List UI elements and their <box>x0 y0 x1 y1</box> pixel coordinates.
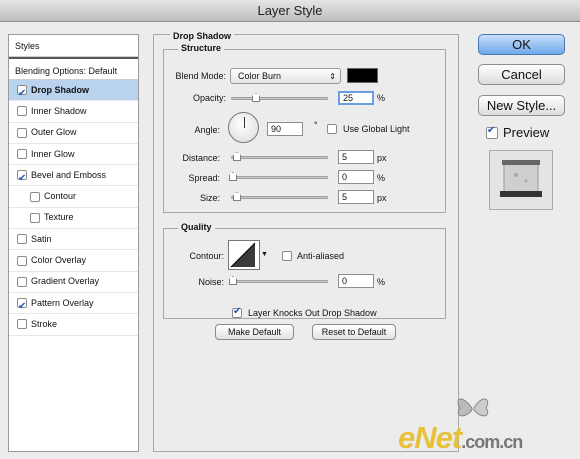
checkbox-gradient-overlay[interactable] <box>17 276 27 287</box>
style-item-inner-shadow[interactable]: Inner Shadow <box>9 101 138 123</box>
size-input[interactable]: 5 <box>338 190 374 204</box>
style-label: Texture <box>44 212 74 223</box>
angle-input[interactable]: 90 <box>267 122 303 136</box>
contour-curve-icon <box>230 242 256 268</box>
styles-header[interactable]: Styles <box>9 35 138 57</box>
checkbox-satin[interactable] <box>17 234 27 245</box>
preview-label: Preview <box>503 125 550 140</box>
style-item-pattern-overlay[interactable]: Pattern Overlay <box>9 293 138 317</box>
checkbox-inner-glow[interactable] <box>17 149 27 160</box>
checkbox-drop-shadow[interactable] <box>17 83 27 104</box>
checkbox-bevel-emboss[interactable] <box>17 168 27 189</box>
watermark-suffix: .com.cn <box>461 432 523 452</box>
size-unit: px <box>377 193 387 203</box>
angle-dial-hand <box>244 117 245 128</box>
layer-knocks-out-checkbox[interactable] <box>232 306 242 318</box>
opacity-slider[interactable] <box>231 93 328 102</box>
style-item-drop-shadow[interactable]: Drop Shadow <box>9 80 138 104</box>
style-label: Color Overlay <box>31 255 87 266</box>
anti-aliased-checkbox[interactable] <box>282 251 292 261</box>
style-item-texture[interactable]: Texture <box>9 208 138 230</box>
angle-unit: ° <box>314 120 318 130</box>
watermark-brand: eNet <box>398 420 462 455</box>
blend-mode-label: Blend Mode: <box>175 71 226 81</box>
checkbox-outer-glow[interactable] <box>17 127 27 138</box>
layer-knocks-out-label: Layer Knocks Out Drop Shadow <box>248 308 377 318</box>
checkbox-texture[interactable] <box>30 212 40 223</box>
style-item-contour[interactable]: Contour <box>9 186 138 208</box>
contour-label: Contour: <box>189 251 224 261</box>
distance-label: Distance: <box>182 153 220 163</box>
checkbox-pattern-overlay[interactable] <box>17 296 27 317</box>
preview-checkbox[interactable] <box>486 125 498 139</box>
style-label: Satin <box>31 233 52 244</box>
use-global-light-label: Use Global Light <box>343 124 410 134</box>
style-label: Stroke <box>31 318 58 329</box>
anti-aliased-label: Anti-aliased <box>297 251 345 261</box>
style-item-outer-glow[interactable]: Outer Glow <box>9 123 138 144</box>
checkbox-stroke[interactable] <box>17 319 27 330</box>
style-item-gradient-overlay[interactable]: Gradient Overlay <box>9 272 138 293</box>
panel-title: Drop Shadow <box>170 31 234 41</box>
style-item-stroke[interactable]: Stroke <box>9 314 138 336</box>
opacity-unit: % <box>377 93 386 103</box>
size-slider[interactable] <box>231 192 328 201</box>
blend-mode-select[interactable]: Color Burn ⇕ <box>230 68 341 84</box>
contour-picker[interactable] <box>228 240 260 270</box>
shadow-color-swatch[interactable] <box>347 68 378 83</box>
style-item-color-overlay[interactable]: Color Overlay <box>9 250 138 272</box>
window-title: Layer Style <box>0 0 580 22</box>
noise-unit: % <box>377 277 386 287</box>
make-default-button[interactable]: Make Default <box>215 324 294 340</box>
spread-label: Spread: <box>188 173 220 183</box>
noise-input[interactable]: 0 <box>338 274 374 288</box>
reset-to-default-button[interactable]: Reset to Default <box>312 324 396 340</box>
distance-unit: px <box>377 153 387 163</box>
style-label: Contour <box>44 191 77 202</box>
style-item-satin[interactable]: Satin <box>9 229 138 251</box>
contour-dropdown-arrow-icon[interactable]: ▼ <box>261 251 268 258</box>
style-label: Outer Glow <box>31 127 77 138</box>
spread-unit: % <box>377 173 386 183</box>
enet-watermark: eNet.com.cn <box>398 420 523 456</box>
preview-image <box>500 160 542 197</box>
style-label: Inner Shadow <box>31 105 87 116</box>
styles-list: Styles Blending Options: Default Drop Sh… <box>8 34 139 452</box>
opacity-label: Opacity: <box>192 93 226 103</box>
style-label: Drop Shadow <box>31 84 89 95</box>
style-item-inner-glow[interactable]: Inner Glow <box>9 144 138 166</box>
distance-slider[interactable] <box>231 152 328 161</box>
style-label: Bevel and Emboss <box>31 169 107 180</box>
checkbox-inner-shadow[interactable] <box>17 106 27 117</box>
layer-style-dialog: Styles Blending Options: Default Drop Sh… <box>0 22 580 459</box>
checkbox-color-overlay[interactable] <box>17 255 27 266</box>
style-preview-thumbnail <box>489 150 553 210</box>
noise-slider[interactable] <box>229 276 328 285</box>
spread-slider[interactable] <box>229 172 328 181</box>
style-label: Pattern Overlay <box>31 297 94 308</box>
cancel-button[interactable]: Cancel <box>478 64 565 85</box>
checkbox-contour[interactable] <box>30 191 40 202</box>
style-label: Inner Glow <box>31 148 75 159</box>
blend-mode-value: Color Burn <box>238 71 282 81</box>
opacity-input[interactable]: 25 <box>338 91 374 105</box>
angle-label: Angle: <box>194 125 220 135</box>
style-item-bevel-emboss[interactable]: Bevel and Emboss <box>9 165 138 189</box>
angle-dial[interactable] <box>228 112 259 143</box>
size-label: Size: <box>199 193 220 203</box>
new-style-button[interactable]: New Style... <box>478 95 565 116</box>
quality-group <box>163 228 446 319</box>
style-label: Gradient Overlay <box>31 276 100 287</box>
quality-title: Quality <box>178 222 215 232</box>
stepper-arrows-icon: ⇕ <box>329 72 336 81</box>
spread-input[interactable]: 0 <box>338 170 374 184</box>
use-global-light-checkbox[interactable] <box>327 124 337 134</box>
noise-label: Noise: <box>198 277 224 287</box>
structure-title: Structure <box>178 43 225 53</box>
ok-button[interactable]: OK <box>478 34 565 55</box>
blending-options-item[interactable]: Blending Options: Default <box>9 57 138 80</box>
distance-input[interactable]: 5 <box>338 150 374 164</box>
